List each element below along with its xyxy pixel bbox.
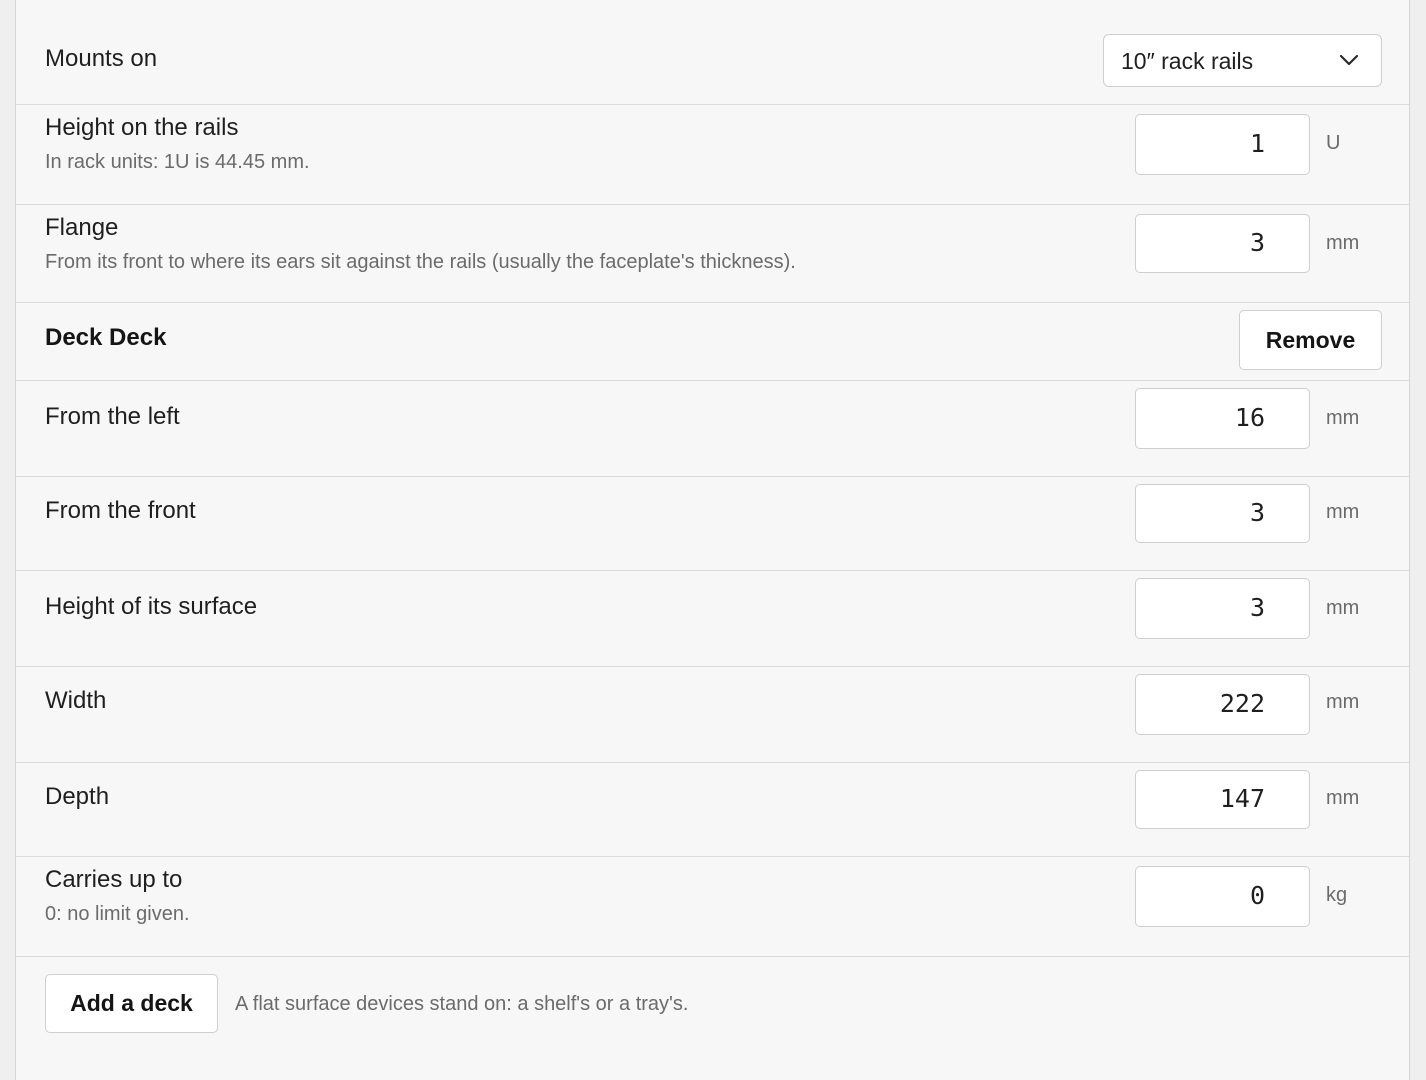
row-from-front: From the front 3 mm [16, 477, 1409, 571]
row-surface-height: Height of its surface 3 mm [16, 571, 1409, 667]
surface-height-unit: mm [1326, 597, 1360, 619]
flange-label: Flange [45, 214, 119, 241]
height-on-rails-unit: U [1326, 132, 1341, 154]
add-deck-hint: A flat surface devices stand on: a shelf… [235, 993, 689, 1015]
deck-header: Deck Deck Remove [16, 303, 1409, 381]
width-input[interactable]: 222 [1135, 674, 1310, 735]
mounts-on-select-value: 10″ rack rails [1121, 48, 1254, 74]
from-front-label: From the front [45, 497, 196, 524]
from-left-unit: mm [1326, 407, 1360, 429]
carries-unit: kg [1326, 884, 1348, 906]
height-on-rails-label: Height on the rails [45, 114, 239, 141]
height-on-rails-hint: In rack units: 1U is 44.45 mm. [45, 151, 310, 173]
row-from-left: From the left 16 mm [16, 381, 1409, 477]
chevron-down-icon [1339, 54, 1359, 66]
flange-hint: From its front to where its ears sit aga… [45, 251, 796, 273]
row-carries: Carries up to 0: no limit given. 0 kg [16, 857, 1409, 957]
depth-input[interactable]: 147 [1135, 770, 1310, 829]
mounts-on-select[interactable]: 10″ rack rails [1103, 34, 1382, 87]
surface-height-input[interactable]: 3 [1135, 578, 1310, 639]
flange-unit: mm [1326, 232, 1360, 254]
width-unit: mm [1326, 691, 1360, 713]
height-on-rails-input[interactable]: 1 [1135, 114, 1310, 175]
add-deck-area: Add a deck A flat surface devices stand … [16, 957, 1409, 1057]
from-front-unit: mm [1326, 501, 1360, 523]
carries-hint: 0: no limit given. [45, 903, 190, 925]
row-width: Width 222 mm [16, 667, 1409, 763]
row-mounts-on: Mounts on 10″ rack rails [16, 0, 1409, 105]
from-left-label: From the left [45, 403, 180, 430]
surface-height-label: Height of its surface [45, 593, 258, 620]
carries-label: Carries up to [45, 866, 183, 893]
row-height-on-rails: Height on the rails In rack units: 1U is… [16, 105, 1409, 205]
mounts-on-label: Mounts on [45, 45, 158, 72]
flange-input[interactable]: 3 [1135, 214, 1310, 273]
depth-unit: mm [1326, 787, 1360, 809]
row-depth: Depth 147 mm [16, 763, 1409, 857]
width-label: Width [45, 687, 107, 714]
from-front-input[interactable]: 3 [1135, 484, 1310, 543]
settings-panel: Mounts on 10″ rack rails Height on the r… [15, 0, 1410, 1080]
remove-deck-button[interactable]: Remove [1239, 310, 1382, 370]
add-deck-button[interactable]: Add a deck [45, 974, 218, 1033]
depth-label: Depth [45, 783, 110, 810]
from-left-input[interactable]: 16 [1135, 388, 1310, 449]
deck-title: Deck Deck [45, 324, 167, 351]
row-flange: Flange From its front to where its ears … [16, 205, 1409, 303]
carries-input[interactable]: 0 [1135, 866, 1310, 927]
